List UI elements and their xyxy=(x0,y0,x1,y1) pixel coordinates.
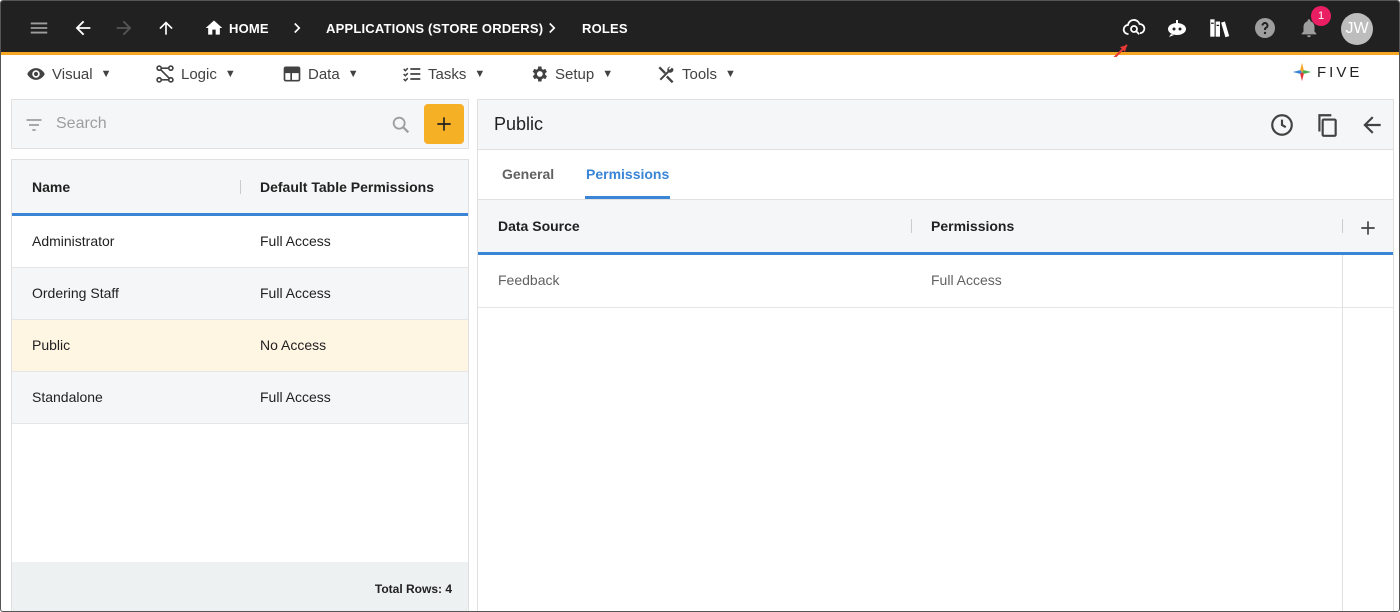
search-input[interactable]: Search xyxy=(56,115,107,133)
menu-visual[interactable]: Visual ▼ xyxy=(26,64,111,84)
caret-down-icon: ▼ xyxy=(100,68,112,80)
menu-tools[interactable]: Tools ▼ xyxy=(656,64,736,84)
search-icon[interactable] xyxy=(390,114,412,136)
chevron-right-icon xyxy=(284,15,310,41)
menu-tasks-label: Tasks xyxy=(428,65,467,83)
caret-down-icon: ▼ xyxy=(474,68,486,80)
list-header: Name Default Table Permissions xyxy=(12,160,468,216)
breadcrumb-roles[interactable]: ROLES xyxy=(582,21,628,36)
caret-down-icon: ▼ xyxy=(224,68,236,80)
menu-logic-label: Logic xyxy=(181,65,217,83)
table-row[interactable]: Feedback Full Access xyxy=(478,255,1393,308)
detail-tabs: General Permissions xyxy=(478,150,1393,200)
menu-data[interactable]: Data ▼ xyxy=(282,64,359,84)
table-row-selected[interactable]: Public No Access xyxy=(12,320,468,372)
copy-icon[interactable] xyxy=(1314,112,1340,138)
tab-permissions[interactable]: Permissions xyxy=(586,166,669,182)
row-permission: Full Access xyxy=(260,285,331,301)
column-header-default-permissions[interactable]: Default Table Permissions xyxy=(260,179,434,195)
column-header-data-source[interactable]: Data Source xyxy=(498,218,580,234)
table-grid-icon xyxy=(283,66,301,82)
row-name: Ordering Staff xyxy=(32,285,119,301)
notification-count-badge: 1 xyxy=(1311,6,1331,26)
menu-icon[interactable] xyxy=(26,15,52,41)
checklist-icon xyxy=(403,67,421,82)
caret-down-icon: ▼ xyxy=(602,68,614,80)
row-data-source: Feedback xyxy=(498,272,560,288)
total-rows-count: Total Rows: 4 xyxy=(374,582,452,596)
row-permission: Full Access xyxy=(260,233,331,249)
table-row[interactable]: Administrator Full Access xyxy=(12,216,468,268)
gear-icon xyxy=(532,66,547,82)
forward-arrow-icon[interactable] xyxy=(111,15,137,41)
active-tab-indicator xyxy=(585,196,670,199)
row-permission: Full Access xyxy=(260,389,331,405)
table-row[interactable]: Ordering Staff Full Access xyxy=(12,268,468,320)
table-row[interactable]: Standalone Full Access xyxy=(12,372,468,424)
home-icon[interactable] xyxy=(201,15,227,41)
column-header-name[interactable]: Name xyxy=(32,179,70,195)
five-logo: FIVE xyxy=(1291,61,1362,83)
filter-icon[interactable] xyxy=(24,115,44,135)
history-clock-icon[interactable] xyxy=(1269,112,1295,138)
row-name: Public xyxy=(32,337,71,353)
tools-icon xyxy=(658,66,674,84)
menu-logic[interactable]: Logic ▼ xyxy=(155,64,236,84)
detail-header: Public xyxy=(478,100,1393,150)
permissions-grid-header: Data Source Permissions xyxy=(478,200,1393,255)
add-role-button[interactable] xyxy=(424,104,464,144)
grid-action-column-divider xyxy=(1342,255,1343,611)
menu-visual-label: Visual xyxy=(52,65,93,83)
breadcrumb-applications[interactable]: APPLICATIONS (STORE ORDERS) xyxy=(326,21,543,36)
five-logo-icon xyxy=(1292,62,1312,82)
menu-setup-label: Setup xyxy=(555,65,595,83)
eye-icon xyxy=(27,68,45,80)
caret-down-icon: ▼ xyxy=(725,68,736,80)
menu-data-label: Data xyxy=(308,65,340,83)
help-icon[interactable] xyxy=(1252,15,1278,41)
role-detail-panel: Public General Permissions Data Source P… xyxy=(477,99,1394,611)
menu-bar: Visual ▼ Logic ▼ Data ▼ Tasks ▼ Setup ▼ Tools… xyxy=(1,57,1399,91)
avatar[interactable]: JW xyxy=(1341,13,1373,45)
up-arrow-icon[interactable] xyxy=(153,15,179,41)
caret-down-icon: ▼ xyxy=(347,68,359,80)
row-permission: No Access xyxy=(260,337,327,353)
row-name: Standalone xyxy=(32,389,103,405)
logo-text: FIVE xyxy=(1317,63,1363,81)
menu-setup[interactable]: Setup ▼ xyxy=(529,64,613,84)
row-permissions: Full Access xyxy=(931,272,1002,288)
plus-icon xyxy=(437,117,451,131)
roles-list: Name Default Table Permissions Administr… xyxy=(11,159,469,611)
tab-general[interactable]: General xyxy=(502,166,554,182)
breadcrumb-home[interactable]: HOME xyxy=(229,21,269,36)
column-divider xyxy=(911,219,912,233)
chevron-right-icon xyxy=(539,15,565,41)
back-arrow-icon[interactable] xyxy=(1359,112,1385,138)
column-divider xyxy=(240,180,241,194)
top-bar: HOME APPLICATIONS (STORE ORDERS) ROLES 1… xyxy=(1,1,1399,55)
row-name: Administrator xyxy=(32,233,115,249)
menu-tools-label: Tools xyxy=(682,65,718,83)
logic-flow-icon xyxy=(156,65,174,83)
menu-tasks[interactable]: Tasks ▼ xyxy=(402,64,485,84)
column-header-permissions[interactable]: Permissions xyxy=(931,218,1014,234)
chatbot-icon[interactable] xyxy=(1164,15,1190,41)
page-title: Public xyxy=(494,114,544,134)
add-permission-plus-icon[interactable] xyxy=(1358,218,1378,238)
back-arrow-icon[interactable] xyxy=(70,15,96,41)
column-divider xyxy=(1342,219,1343,233)
app-window: HOME APPLICATIONS (STORE ORDERS) ROLES 1… xyxy=(0,0,1400,612)
list-footer: Total Rows: 4 xyxy=(12,562,468,611)
library-books-icon[interactable] xyxy=(1207,15,1233,41)
search-bar: Search xyxy=(11,99,469,149)
